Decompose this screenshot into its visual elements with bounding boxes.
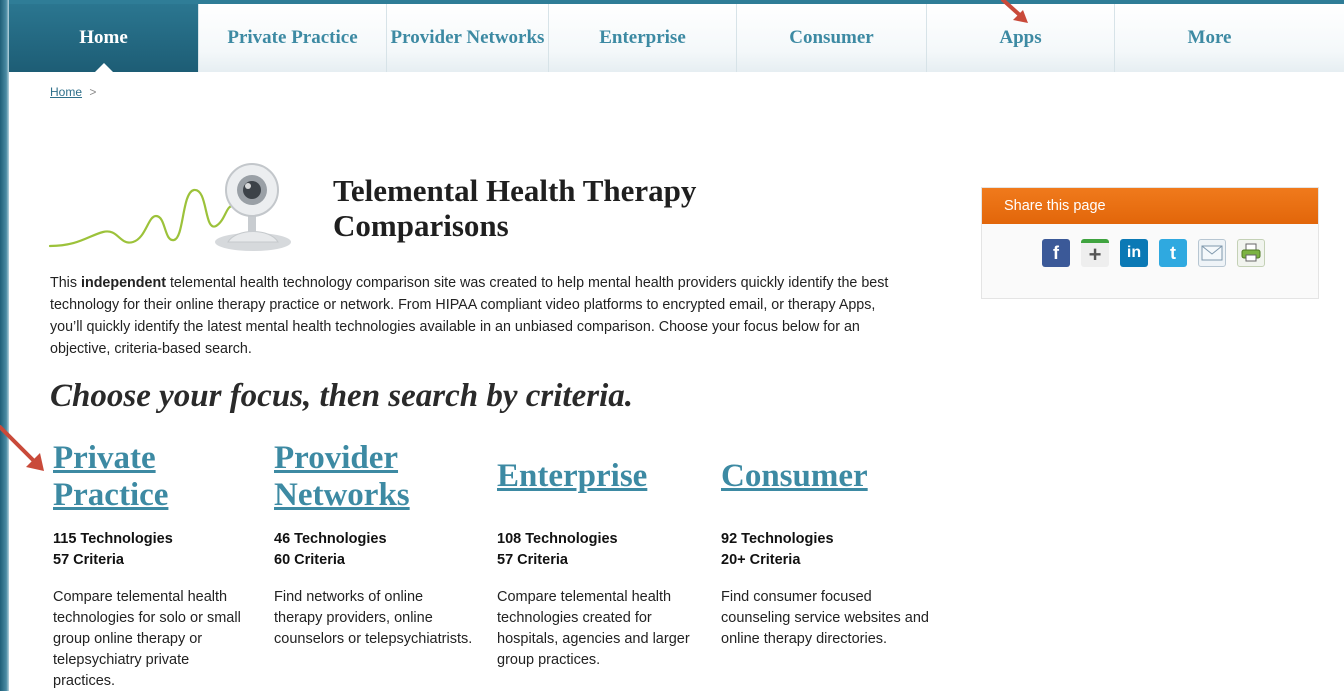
technologies-count: 92 Technologies [721,531,834,547]
intro-lead: This [50,275,81,291]
nav-consumer[interactable]: Consumer [737,4,927,72]
top-nav: Home Private Practice Provider Networks … [9,0,1344,72]
column-stats: 46 Technologies 60 Criteria [274,529,474,571]
breadcrumb-separator: > [89,85,97,99]
nav-more[interactable]: More [1115,4,1304,72]
share-title: Share this page [982,188,1318,224]
linkedin-icon[interactable]: in [1120,239,1148,267]
share-box: Share this page f + in t [981,187,1319,299]
intro-paragraph: This independent telemental health techn… [50,272,900,360]
annotation-arrow-apps [1001,0,1028,23]
page-title-line1: Telemental Health Therapy [333,173,697,208]
facebook-icon[interactable]: f [1042,239,1070,267]
column-stats: 92 Technologies 20+ Criteria [721,529,931,571]
technologies-count: 108 Technologies [497,531,618,547]
consumer-link[interactable]: Consumer [721,440,931,515]
focus-column-provider-networks: Provider Networks 46 Technologies 60 Crit… [274,440,474,650]
print-icon[interactable] [1237,239,1265,267]
annotation-arrow-private-practice [0,425,44,471]
column-description: Compare telemental health technologies c… [497,589,690,668]
column-description: Compare telemental health technologies f… [53,589,241,689]
share-icons: f + in t [982,224,1318,267]
criteria-count: 57 Criteria [497,552,568,568]
technologies-count: 46 Technologies [274,531,387,547]
column-description: Find networks of online therapy provider… [274,589,473,647]
printer-icon [1241,243,1261,262]
email-icon[interactable] [1198,239,1226,267]
google-plus-icon[interactable]: + [1081,239,1109,267]
enterprise-link[interactable]: Enterprise [497,440,697,515]
twitter-icon[interactable]: t [1159,239,1187,267]
technologies-count: 115 Technologies [53,531,173,547]
nav-private-practice[interactable]: Private Practice [199,4,387,72]
page-title-line2: Comparisons [333,208,509,243]
focus-column-consumer: Consumer 92 Technologies 20+ Criteria Fi… [721,440,931,650]
column-stats: 115 Technologies 57 Criteria [53,529,253,571]
criteria-count: 57 Criteria [53,552,124,568]
column-description: Find consumer focused counseling service… [721,589,929,647]
page-title: Telemental Health Therapy Comparisons [333,173,813,243]
breadcrumb: Home > [50,85,96,99]
intro-rest: telemental health technology comparison … [50,275,889,357]
provider-networks-link[interactable]: Provider Networks [274,440,474,515]
private-practice-link[interactable]: Private Practice [53,440,253,515]
criteria-count: 60 Criteria [274,552,345,568]
column-stats: 108 Technologies 57 Criteria [497,529,697,571]
nav-enterprise[interactable]: Enterprise [549,4,737,72]
webcam-logo-icon [48,163,291,251]
nav-home[interactable]: Home [9,4,199,72]
window-frame-edge [0,0,9,691]
nav-provider-networks[interactable]: Provider Networks [387,4,549,72]
focus-heading: Choose your focus, then search by criter… [50,378,634,414]
intro-bold: independent [80,275,166,291]
envelope-icon [1201,245,1223,261]
focus-column-private-practice: Private Practice 115 Technologies 57 Crit… [53,440,253,691]
delicious-icon[interactable] [1003,239,1031,267]
breadcrumb-home-link[interactable]: Home [50,85,82,99]
criteria-count: 20+ Criteria [721,552,801,568]
focus-column-enterprise: Enterprise 108 Technologies 57 Criteria … [497,440,697,671]
